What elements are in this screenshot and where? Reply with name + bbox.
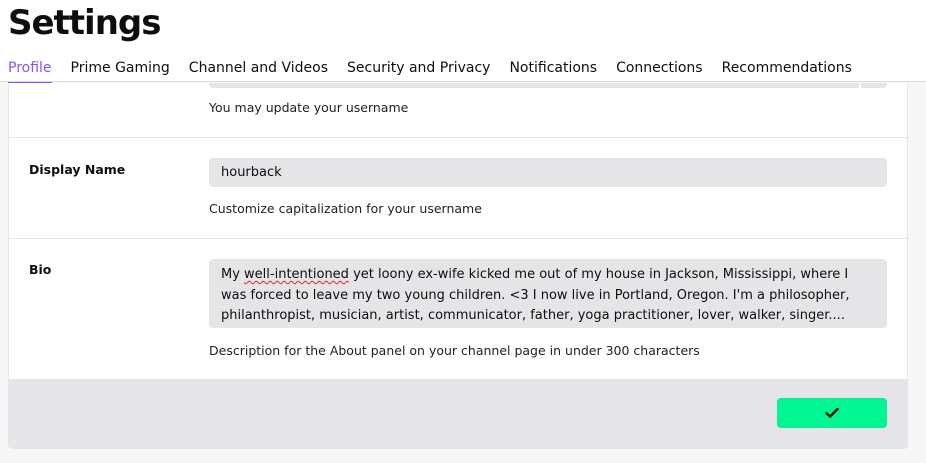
settings-header: Settings Profile Prime Gaming Channel an… bbox=[0, 0, 926, 84]
bio-textarea[interactable]: My well-intentioned yet loony ex-wife ki… bbox=[209, 259, 887, 328]
username-hint: You may update your username bbox=[209, 100, 409, 115]
settings-footer bbox=[9, 379, 907, 448]
tab-channel-and-videos[interactable]: Channel and Videos bbox=[181, 57, 336, 82]
tab-connections[interactable]: Connections bbox=[608, 57, 711, 82]
checkmark-icon bbox=[825, 407, 839, 418]
bio-text-start: My bbox=[221, 267, 245, 282]
tab-prime-gaming[interactable]: Prime Gaming bbox=[63, 57, 178, 82]
bio-misspelled-word: well-intentioned bbox=[244, 267, 349, 282]
display-name-label: Display Name bbox=[29, 162, 126, 177]
profile-settings-card: You may update your username Display Nam… bbox=[8, 83, 908, 449]
username-row: You may update your username bbox=[9, 83, 907, 138]
tab-notifications[interactable]: Notifications bbox=[501, 57, 605, 82]
bio-label: Bio bbox=[29, 262, 52, 277]
tab-security-and-privacy[interactable]: Security and Privacy bbox=[339, 57, 498, 82]
username-input[interactable] bbox=[209, 83, 887, 88]
username-edit-button[interactable] bbox=[859, 83, 887, 88]
tab-profile[interactable]: Profile bbox=[0, 57, 60, 84]
tab-recommendations[interactable]: Recommendations bbox=[714, 57, 860, 82]
display-name-input[interactable]: hourback bbox=[209, 158, 887, 187]
page-title: Settings bbox=[8, 3, 161, 43]
settings-tabs: Profile Prime Gaming Channel and Videos … bbox=[0, 57, 863, 84]
bio-hint: Description for the About panel on your … bbox=[209, 343, 700, 358]
display-name-row: Display Name hourback Customize capitali… bbox=[9, 138, 907, 239]
save-changes-button[interactable] bbox=[777, 398, 887, 428]
display-name-hint: Customize capitalization for your userna… bbox=[209, 201, 482, 216]
bio-row: Bio My well-intentioned yet loony ex-wif… bbox=[9, 239, 907, 379]
